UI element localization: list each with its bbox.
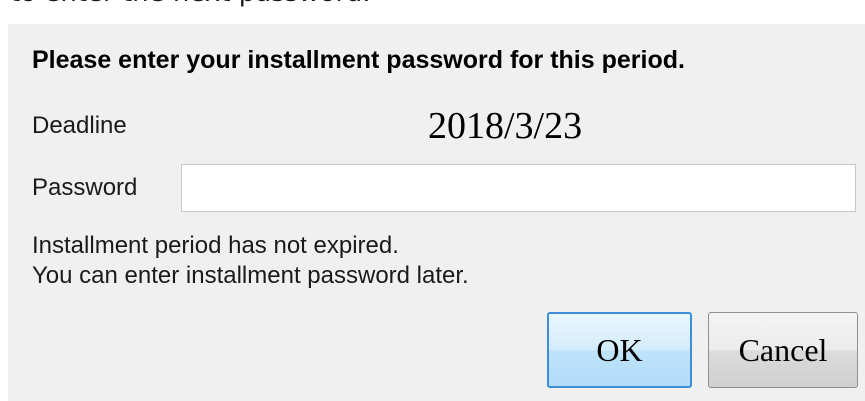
screen: to enter the next password. Please enter… (0, 0, 865, 401)
deadline-value: 2018/3/23 (428, 105, 583, 147)
background-text: to enter the next password. (10, 0, 370, 8)
deadline-label: Deadline (32, 112, 127, 139)
ok-button[interactable]: OK (547, 312, 692, 388)
installment-password-dialog: Please enter your installment password f… (8, 24, 865, 401)
cancel-button[interactable]: Cancel (708, 312, 858, 388)
password-input[interactable] (181, 164, 856, 212)
password-label: Password (32, 174, 138, 201)
dialog-heading: Please enter your installment password f… (32, 46, 685, 74)
status-message-line-2: You can enter installment password later… (32, 262, 469, 289)
status-message-line-1: Installment period has not expired. (32, 232, 399, 259)
status-message: Installment period has not expired. You … (32, 231, 469, 291)
